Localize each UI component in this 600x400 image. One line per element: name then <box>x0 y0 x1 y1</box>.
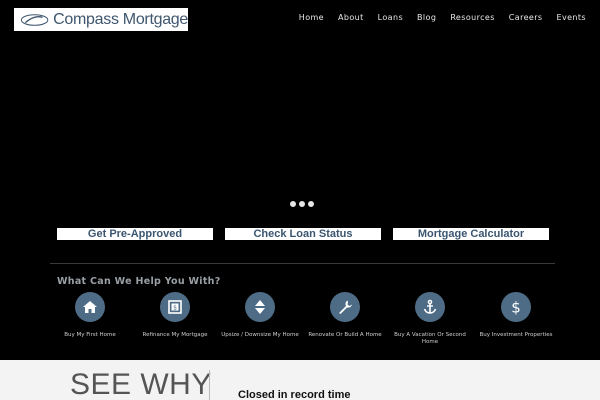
check-loan-status-button[interactable]: Check Loan Status <box>225 228 381 240</box>
brand-name: Compass Mortgage <box>53 10 188 28</box>
help-item-label: Renovate Or Build A Home <box>308 332 382 338</box>
dollar-icon: $ <box>501 292 531 322</box>
help-item-label: Buy Investment Properties <box>479 332 553 338</box>
home-icon <box>75 292 105 322</box>
mortgage-calculator-button[interactable]: Mortgage Calculator <box>393 228 549 240</box>
see-why-section: SEE WHY Closed in record time <box>0 360 600 400</box>
section-divider <box>50 263 555 264</box>
money-icon: $ <box>160 292 190 322</box>
get-pre-approved-button[interactable]: Get Pre-Approved <box>57 228 213 240</box>
help-item-investment[interactable]: $ Buy Investment Properties <box>476 292 556 339</box>
help-item-refinance[interactable]: $ Refinance My Mortgage <box>135 292 215 339</box>
logo[interactable]: Compass Mortgage <box>14 8 188 31</box>
help-item-vacation-home[interactable]: Buy A Vacation Or Second Home <box>390 292 470 346</box>
svg-text:$: $ <box>173 304 177 311</box>
slider-dot-1[interactable] <box>290 201 296 207</box>
help-item-renovate[interactable]: Renovate Or Build A Home <box>305 292 385 339</box>
help-item-first-home[interactable]: Buy My First Home <box>50 292 130 339</box>
help-item-label: Buy A Vacation Or Second Home <box>394 332 466 345</box>
main-nav: Home About Loans Blog Resources Careers … <box>299 13 586 22</box>
nav-about[interactable]: About <box>338 13 364 22</box>
wrench-icon <box>330 292 360 322</box>
help-section-title: What Can We Help You With? <box>57 276 221 287</box>
help-item-label: Upsize / Downsize My Home <box>221 332 299 338</box>
help-items: Buy My First Home $ Refinance My Mortgag… <box>0 292 600 352</box>
compass-logo-icon <box>20 13 49 26</box>
nav-blog[interactable]: Blog <box>417 13 436 22</box>
vertical-divider <box>209 370 210 400</box>
testimonial-heading: Closed in record time <box>238 389 351 400</box>
slider-dot-2[interactable] <box>299 201 305 207</box>
slider-dot-3[interactable] <box>308 201 314 207</box>
see-why-heading: SEE WHY <box>70 368 212 400</box>
up-down-arrows-icon <box>245 292 275 322</box>
nav-loans[interactable]: Loans <box>378 13 403 22</box>
cta-row: Get Pre-Approved Check Loan Status Mortg… <box>0 228 600 240</box>
help-item-upsize-downsize[interactable]: Upsize / Downsize My Home <box>220 292 300 339</box>
help-item-label: Refinance My Mortgage <box>142 332 208 338</box>
nav-events[interactable]: Events <box>557 13 587 22</box>
anchor-icon <box>415 292 445 322</box>
nav-resources[interactable]: Resources <box>450 13 494 22</box>
nav-home[interactable]: Home <box>299 13 324 22</box>
help-item-label: Buy My First Home <box>64 332 116 338</box>
svg-text:$: $ <box>511 299 521 315</box>
slider-dots <box>290 201 314 207</box>
nav-careers[interactable]: Careers <box>509 13 543 22</box>
